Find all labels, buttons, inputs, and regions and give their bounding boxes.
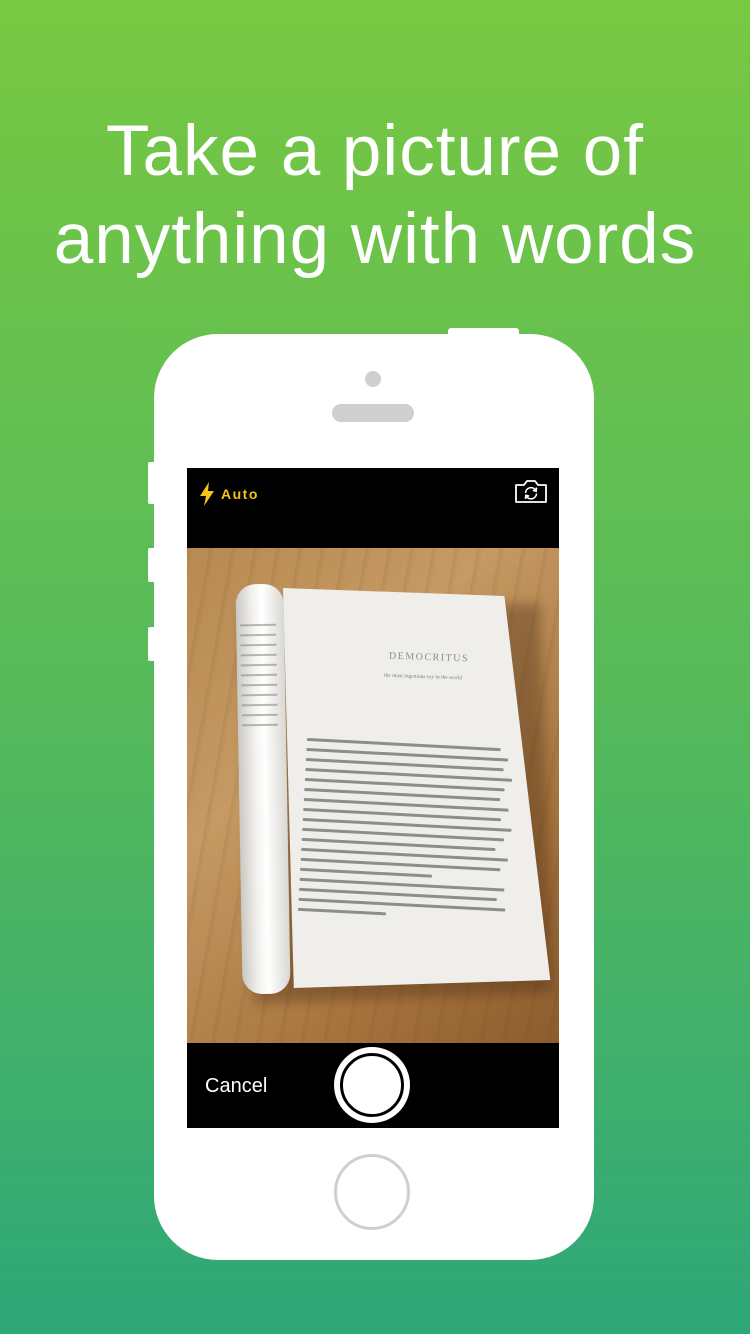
book-text-lines [297, 738, 527, 929]
home-button [334, 1154, 410, 1230]
lightning-bolt-icon [200, 482, 214, 506]
earpiece-speaker [332, 404, 414, 422]
book-page-subtitle: the most ingenious toy in the world [383, 672, 463, 682]
cancel-button[interactable]: Cancel [205, 1075, 267, 1098]
headline-line-1: Take a picture of [106, 112, 644, 191]
camera-flip-icon[interactable] [514, 478, 548, 504]
camera-bottom-bar: Cancel [187, 1043, 559, 1128]
flash-toggle[interactable]: Auto [199, 480, 259, 508]
shutter-inner-ring [340, 1053, 404, 1117]
shutter-button[interactable] [334, 1047, 410, 1123]
rolled-book-pages [235, 583, 291, 995]
front-camera [365, 371, 381, 387]
headline: Take a picture of anything with words [0, 108, 750, 284]
camera-viewfinder[interactable]: DEMOCRITUS the most ingenious toy in the… [187, 548, 559, 1043]
camera-screen: Auto DEMOCRITUS the most ingenious toy i… [187, 468, 559, 1128]
headline-line-2: anything with words [53, 200, 697, 279]
camera-top-bar: Auto [187, 468, 559, 548]
book-page-title: DEMOCRITUS [388, 650, 470, 665]
flash-mode-label: Auto [221, 486, 259, 502]
